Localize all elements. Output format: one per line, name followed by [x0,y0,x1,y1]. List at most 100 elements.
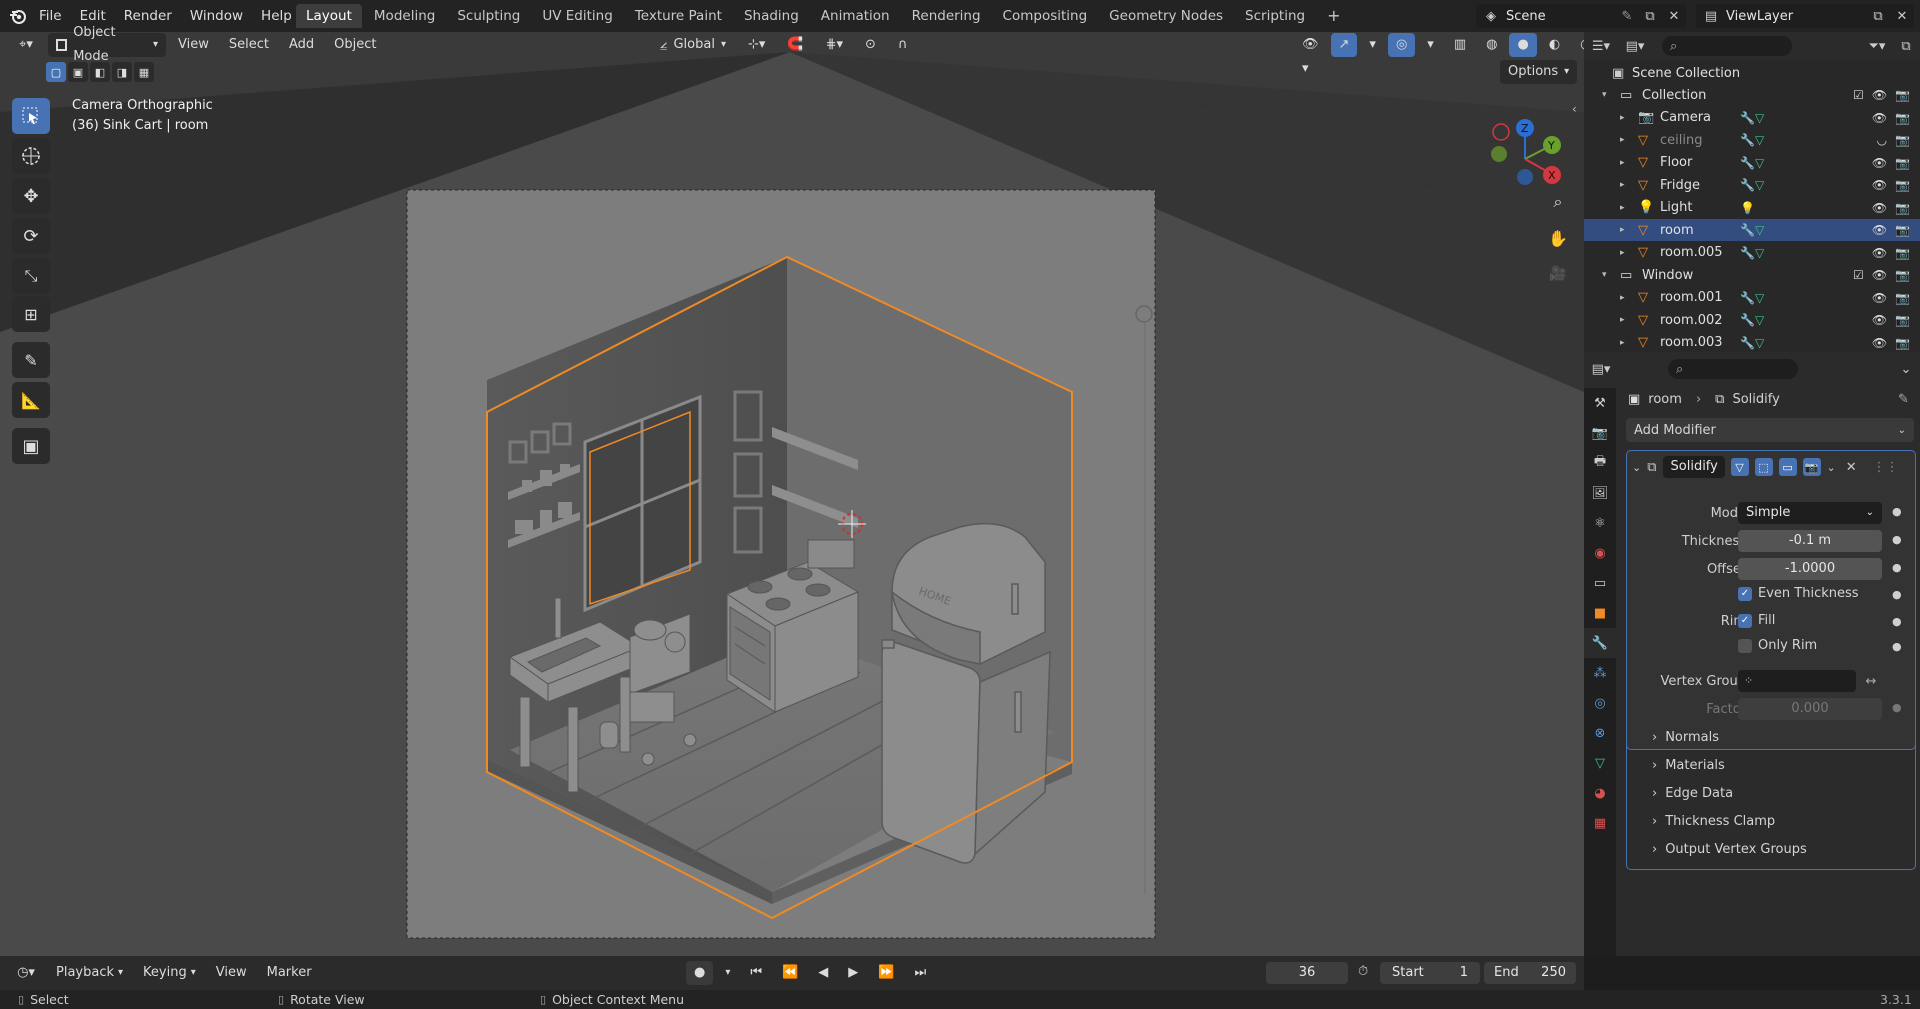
expand-arrow-icon[interactable]: ▸ [1620,135,1638,145]
outliner-search-input[interactable]: ⌕ [1662,36,1792,56]
delete-view-layer-icon[interactable]: ✕ [1890,9,1914,24]
keyframe-dot-icon[interactable]: ● [1892,640,1902,653]
viewport-toggle-icon[interactable]: ▭ [1778,458,1797,476]
keyframe-dot-icon[interactable]: ● [1892,533,1902,546]
eye-icon[interactable]: 👁 [1872,246,1887,260]
timeline-editor-icon[interactable]: ◷▾ [8,961,44,985]
camera-view-icon[interactable]: 🎥 [1544,260,1572,288]
scale-tool[interactable]: ⤡ [12,258,50,294]
select-new-icon[interactable]: ▢ [46,62,66,82]
select-extend-icon[interactable]: ▣ [68,62,88,82]
keying-menu[interactable]: Keying ▾ [135,961,204,985]
jump-end-icon[interactable]: ⏭ [906,961,934,985]
tab-shading[interactable]: Shading [734,4,809,28]
chevron-down-icon[interactable]: ⌄ [1827,461,1836,474]
tab-layout[interactable]: Layout [296,4,362,28]
snap-icon[interactable]: 🧲 [779,33,811,57]
outliner-editor-icon[interactable]: ☰▾ [1584,39,1618,54]
wireframe-shading-icon[interactable]: ◍ [1478,33,1505,57]
pin-icon[interactable]: ✎ [1616,9,1638,24]
exclude-checkbox[interactable]: ☑ [1853,88,1864,102]
render-toggle-icon[interactable]: 📷 [1802,458,1821,476]
menu-object[interactable]: Object [326,33,384,57]
mode-dropdown[interactable]: Simple ⌄ [1738,502,1882,524]
tool-tab-icon[interactable]: ⚒ [1584,388,1616,418]
collapse-arrow-icon[interactable]: ⌄ [1632,461,1641,474]
outliner-item-label[interactable]: room.002 [1660,313,1740,328]
expand-arrow-icon[interactable]: ▾ [1602,270,1620,280]
gizmo-icon[interactable]: ↗ [1330,33,1358,57]
new-scene-icon[interactable]: ⧉ [1638,9,1662,24]
edit-mode-toggle-icon[interactable]: ▽ [1730,458,1749,476]
outliner-row[interactable]: ▸ 📷 Camera 🔧▽ 👁 📷 [1584,107,1920,129]
rotate-tool[interactable]: ⟳ [12,218,50,254]
render-visibility-icon[interactable]: 📷 [1895,133,1910,147]
display-mode-icon[interactable]: ▤▾ [1618,39,1652,54]
playback-menu[interactable]: Playback ▾ [48,961,131,985]
invert-arrows-icon[interactable]: ↔ [1860,670,1882,692]
end-frame-field[interactable]: End 250 [1484,962,1576,984]
eye-icon[interactable]: 👁 [1872,313,1887,327]
play-reverse-icon[interactable]: ◀ [810,961,836,985]
visibility-icon[interactable]: 👁▾ [1294,33,1327,76]
menu-add[interactable]: Add [281,33,322,57]
expand-arrow-icon[interactable]: ▾ [1602,90,1620,100]
outliner-row[interactable]: ▸ 💡 Light 💡 👁 📷 [1584,197,1920,219]
transform-tool[interactable]: ⊞ [12,296,50,332]
outliner-row[interactable]: ▸ ▽ room 🔧▽ 👁 📷 [1584,219,1920,241]
outliner-item-label[interactable]: room [1660,223,1740,238]
view-layer-icon[interactable]: ▤ [1696,9,1726,24]
outliner-row[interactable]: ▸ ▽ room.003 🔧▽ 👁 📷 [1584,332,1920,354]
select-subtract-icon[interactable]: ◧ [90,62,110,82]
start-frame-field[interactable]: Start 1 [1380,962,1480,984]
prev-keyframe-icon[interactable]: ⏪ [774,961,806,985]
properties-search-input[interactable]: ⌕ [1668,359,1798,379]
pan-hand-icon[interactable]: ✋ [1544,224,1572,252]
select-intersect-icon[interactable]: ▦ [134,62,154,82]
expand-arrow-icon[interactable]: ▸ [1620,113,1638,123]
outliner-row[interactable]: ▸ ▽ room.002 🔧▽ 👁 📷 [1584,309,1920,331]
render-visibility-icon[interactable]: 📷 [1895,223,1910,237]
timeline-view-menu[interactable]: View [208,961,255,985]
eye-icon[interactable]: ◡ [1877,133,1887,147]
jump-start-icon[interactable]: ⏮ [742,961,770,985]
add-modifier-button[interactable]: Add Modifier ⌄ [1626,418,1914,442]
object-mode-dropdown[interactable]: Object Mode ▾ [48,25,166,64]
blender-icon[interactable] [6,4,30,28]
collection-tab-icon[interactable]: ▭ [1584,568,1616,598]
delete-scene-icon[interactable]: ✕ [1662,9,1686,24]
zoom-icon[interactable]: ⌕ [1544,188,1572,216]
proportional-edit-icon[interactable]: ⊙ [857,33,884,57]
tab-animation[interactable]: Animation [811,4,900,28]
outliner-item-label[interactable]: room.003 [1660,335,1740,350]
eye-icon[interactable]: 👁 [1872,268,1887,282]
scene-icon[interactable]: ◈ [1476,9,1506,24]
collapse-arrow-icon[interactable]: ‹ [1572,102,1577,116]
data-tab-icon[interactable]: ▽ [1584,748,1616,778]
view-layer-name[interactable]: ViewLayer [1726,9,1866,24]
filter-icon[interactable]: ⏷▾ [1862,39,1892,54]
snap-target-icon[interactable]: ⋕▾ [818,33,851,57]
expand-arrow-icon[interactable]: ▸ [1620,338,1638,348]
move-tool[interactable]: ✥ [12,178,50,214]
tab-modeling[interactable]: Modeling [364,4,445,28]
outliner-row[interactable]: ▸ ▽ Floor 🔧▽ 👁 📷 [1584,152,1920,174]
tab-uv-editing[interactable]: UV Editing [532,4,622,28]
outliner-item-label[interactable]: Camera [1660,110,1740,125]
particles-tab-icon[interactable]: ⁂ [1584,658,1616,688]
outliner-item-label[interactable]: room.001 [1660,290,1740,305]
eye-icon[interactable]: 👁 [1872,336,1887,350]
menu-file[interactable]: File [30,5,71,27]
current-frame-field[interactable]: 36 [1266,962,1348,984]
annotate-tool[interactable]: ✎ [12,342,50,378]
render-visibility-icon[interactable]: 📷 [1895,336,1910,350]
menu-window[interactable]: Window [181,5,252,27]
render-visibility-icon[interactable]: 📷 [1895,88,1910,102]
outliner-item-label[interactable]: Light [1660,200,1740,215]
overlay-icon[interactable]: ◎ [1387,33,1416,57]
eye-icon[interactable]: 👁 [1872,201,1887,215]
marker-menu[interactable]: Marker [259,961,320,985]
properties-editor-icon[interactable]: ▤▾ [1584,362,1618,377]
keyframe-dot-icon[interactable]: ● [1892,615,1902,628]
play-icon[interactable]: ▶ [840,961,866,985]
